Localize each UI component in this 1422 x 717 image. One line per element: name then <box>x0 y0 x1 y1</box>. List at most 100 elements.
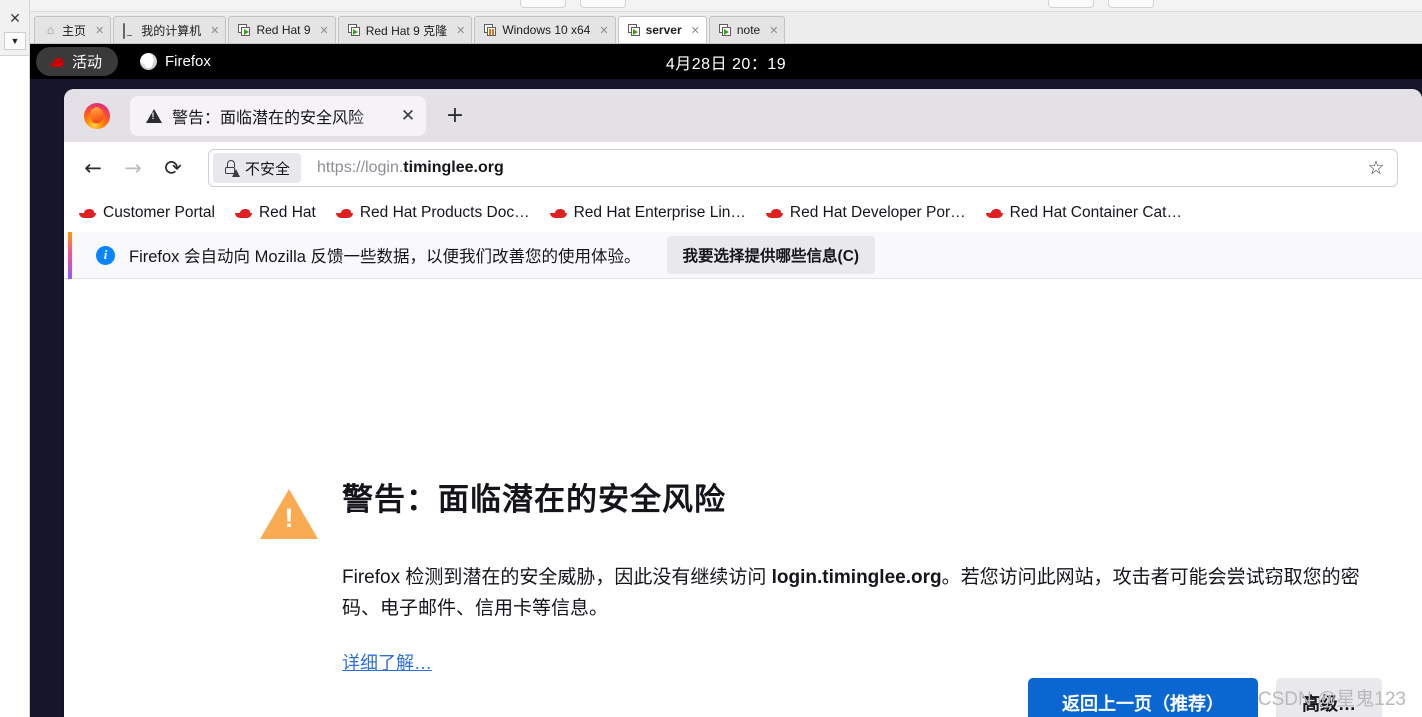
bookmark-label: Red Hat Enterprise Lin… <box>573 204 746 221</box>
close-icon[interactable]: ✕ <box>599 24 608 37</box>
activities-button[interactable]: 活动 <box>36 47 119 76</box>
red-hat-logo-icon <box>49 56 65 67</box>
vm-tab-my-computer[interactable]: 我的计算机 ✕ <box>113 16 227 43</box>
home-icon: ⌂ <box>46 22 55 37</box>
firefox-logo-icon <box>82 101 112 131</box>
app-menu-label: Firefox <box>165 53 211 70</box>
bookmark-customer-portal[interactable]: Customer Portal <box>70 201 224 225</box>
security-status-not-secure[interactable]: 不安全 <box>213 153 302 183</box>
lock-warning-icon <box>224 160 240 177</box>
bookmark-red-hat-developer-portal[interactable]: Red Hat Developer Por… <box>757 201 975 225</box>
vm-tab-red-hat-9[interactable]: Red Hat 9 ✕ <box>228 16 336 43</box>
vm-suspended-icon <box>484 23 497 37</box>
learn-more-link[interactable]: 详细了解… <box>342 649 432 675</box>
vm-tab-windows-10-x64[interactable]: Windows 10 x64 ✕ <box>474 16 616 43</box>
vm-running-icon <box>347 23 361 37</box>
chevron-down-icon[interactable]: ▼ <box>4 32 26 50</box>
vm-tab-server[interactable]: server ✕ <box>617 16 707 43</box>
red-hat-icon <box>234 207 252 219</box>
vm-tab-label: 主页 <box>62 23 87 38</box>
star-icon[interactable]: ☆ <box>1359 152 1393 184</box>
vmware-tab-strip: ⌂ 主页 ✕ 我的计算机 ✕ Red Hat 9 ✕ Red Hat 9 克隆 … <box>30 12 1422 44</box>
bookmarks-bar: Customer Portal Red Hat Red Hat Products… <box>64 194 1422 232</box>
monitor-icon <box>123 22 136 39</box>
notification-message: Firefox 会自动向 Mozilla 反馈一些数据，以便我们改善您的使用体验… <box>129 248 641 266</box>
data-collection-notification-bar: i Firefox 会自动向 Mozilla 反馈一些数据，以便我们改善您的使用… <box>64 231 1422 279</box>
bookmark-label: Red Hat Products Doc… <box>359 204 530 221</box>
vmware-library-panel <box>0 55 30 717</box>
vm-running-icon <box>718 23 732 37</box>
close-icon[interactable]: ✕ <box>769 24 778 37</box>
warning-button-row: 返回上一页（推荐） 高级… <box>64 678 1422 717</box>
reload-button[interactable]: ⟳ <box>154 151 192 185</box>
page-content-security-warning: 警告：面临潜在的安全风险 Firefox 检测到潜在的安全威胁，因此没有继续访问… <box>64 279 1422 717</box>
activities-label: 活动 <box>72 54 103 71</box>
info-icon: i <box>96 245 115 265</box>
warning-description-domain: login.timinglee.org <box>771 567 942 588</box>
vm-tab-label: Red Hat 9 克隆 <box>365 23 448 38</box>
choose-what-to-share-button[interactable]: 我要选择提供哪些信息(C) <box>666 236 876 274</box>
vm-running-icon <box>238 23 251 37</box>
warning-block: 警告：面临潜在的安全风险 Firefox 检测到潜在的安全威胁，因此没有继续访问… <box>260 479 1360 675</box>
url-domain: timinglee.org <box>403 159 504 176</box>
bookmark-red-hat[interactable]: Red Hat <box>226 201 325 225</box>
forward-button[interactable]: → <box>114 151 152 185</box>
ghost-button-3 <box>1048 0 1094 8</box>
red-hat-icon <box>549 207 567 219</box>
bookmark-label: Red Hat Container Cat… <box>1009 204 1182 221</box>
vm-tab-label: note <box>736 23 761 37</box>
url-input[interactable]: https://login.timinglee.org <box>317 159 1359 177</box>
close-icon[interactable]: ✕ <box>398 106 418 126</box>
bookmark-red-hat-enterprise-linux[interactable]: Red Hat Enterprise Lin… <box>541 201 755 225</box>
bookmark-label: Red Hat Developer Por… <box>789 204 966 221</box>
red-hat-icon <box>985 207 1003 219</box>
go-back-button[interactable]: 返回上一页（推荐） <box>1028 678 1258 717</box>
warning-header: 警告：面临潜在的安全风险 <box>260 479 1360 539</box>
browser-tab-security-warning[interactable]: 警告：面临潜在的安全风险 ✕ <box>130 95 426 136</box>
red-hat-icon <box>79 207 96 219</box>
vm-tab-home[interactable]: ⌂ 主页 ✕ <box>34 16 112 43</box>
vm-tab-label: 我的计算机 <box>141 23 202 38</box>
page-title: 警告：面临潜在的安全风险 <box>342 482 726 517</box>
close-icon[interactable]: ✕ <box>6 10 24 28</box>
vmware-top-strip <box>0 0 1422 12</box>
browser-tab-label: 警告：面临潜在的安全风险 <box>172 109 365 127</box>
close-icon[interactable]: ✕ <box>320 24 329 37</box>
notification-accent-stripe <box>68 231 72 279</box>
warning-description: Firefox 检测到潜在的安全威胁，因此没有继续访问 login.timing… <box>342 562 1360 625</box>
ghost-button-4 <box>1108 0 1154 8</box>
close-icon[interactable]: ✕ <box>210 24 219 37</box>
firefox-icon <box>140 53 158 70</box>
warning-triangle-icon <box>146 108 162 123</box>
vm-tab-red-hat-9-clone[interactable]: Red Hat 9 克隆 ✕ <box>337 16 473 43</box>
guest-vm-screen: 活动 Firefox 4月28日 20：19 警告：面临潜在的安全风险 ✕ + <box>30 44 1422 717</box>
bookmark-red-hat-container-catalog[interactable]: Red Hat Container Cat… <box>977 201 1191 225</box>
new-tab-button[interactable]: + <box>438 103 472 128</box>
vm-tab-label: Windows 10 x64 <box>502 23 591 37</box>
back-button[interactable]: ← <box>74 151 112 185</box>
red-hat-icon <box>765 207 783 219</box>
close-icon[interactable]: ✕ <box>456 24 465 37</box>
ghost-button-2 <box>580 0 626 8</box>
ghost-button-1 <box>520 0 566 8</box>
warning-description-prefix: Firefox 检测到潜在的安全威胁，因此没有继续访问 <box>342 567 772 588</box>
close-icon[interactable]: ✕ <box>691 24 700 37</box>
app-menu-firefox[interactable]: Firefox <box>140 53 211 70</box>
gnome-top-bar: 活动 Firefox 4月28日 20：19 <box>30 44 1422 79</box>
url-prefix: https://login. <box>317 159 404 176</box>
clock[interactable]: 4月28日 20：19 <box>30 44 1422 79</box>
close-icon[interactable]: ✕ <box>95 24 104 37</box>
vm-tab-note[interactable]: note ✕ <box>708 16 786 43</box>
bookmark-label: Red Hat <box>258 204 316 221</box>
firefox-window: 警告：面临潜在的安全风险 ✕ + ← → ⟳ 不安全 https://logi <box>64 89 1422 717</box>
vm-tab-label: Red Hat 9 <box>256 23 311 37</box>
bookmark-label: Customer Portal <box>103 204 215 221</box>
firefox-nav-bar: ← → ⟳ 不安全 https://login.timinglee.org ☆ <box>64 142 1422 194</box>
bookmark-red-hat-products-doc[interactable]: Red Hat Products Doc… <box>327 201 539 225</box>
vm-tab-label: server <box>645 23 682 37</box>
firefox-tab-bar: 警告：面临潜在的安全风险 ✕ + <box>64 89 1422 142</box>
vm-running-icon <box>627 23 641 37</box>
address-bar[interactable]: 不安全 https://login.timinglee.org ☆ <box>208 149 1398 187</box>
warning-triangle-icon <box>260 489 318 539</box>
advanced-button[interactable]: 高级… <box>1276 678 1382 717</box>
